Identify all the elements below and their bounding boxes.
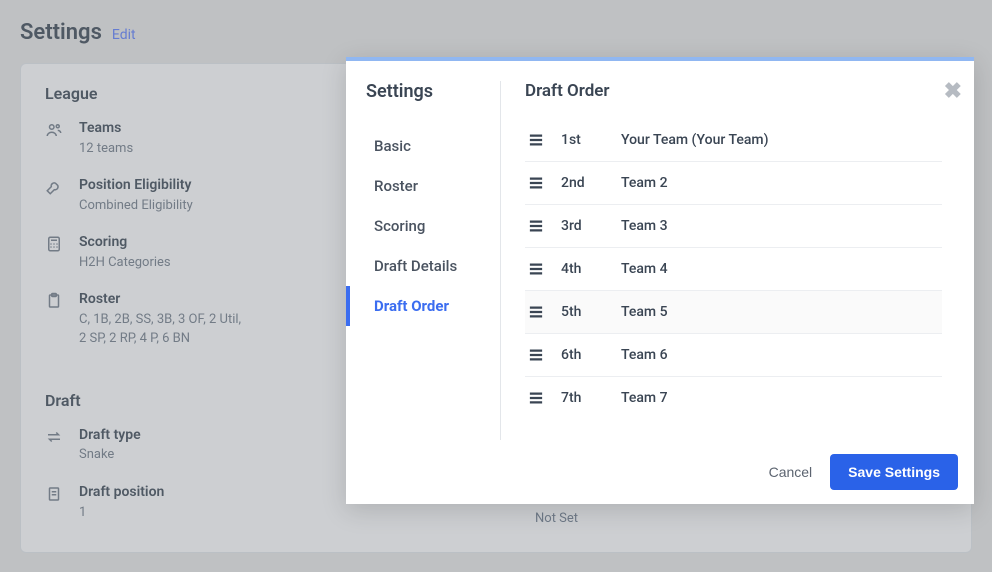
roster-line2: 2 SP, 2 RP, 4 P, 6 BN [79,329,241,349]
save-button[interactable]: Save Settings [830,454,958,490]
order-row[interactable]: 4th Team 4 [525,248,942,291]
order-pos: 6th [561,347,621,363]
modal-sidebar-title: Settings [366,81,500,102]
order-team: Team 4 [621,261,668,277]
eligibility-label: Position Eligibility [79,176,193,196]
cancel-button[interactable]: Cancel [755,454,827,490]
roster-label: Roster [79,290,241,310]
wrench-icon [45,178,63,196]
order-row[interactable]: 2nd Team 2 [525,162,942,205]
swap-icon [45,428,63,446]
modal-sidebar: Settings Basic Roster Scoring Draft Deta… [366,81,501,440]
order-row[interactable]: 7th Team 7 [525,377,942,419]
order-pos: 4th [561,261,621,277]
clipboard-icon [45,292,63,310]
eligibility-value: Combined Eligibility [79,196,193,216]
order-team: Your Team (Your Team) [621,132,769,148]
order-pos: 1st [561,132,621,148]
order-pos: 3rd [561,218,621,234]
tab-scoring[interactable]: Scoring [346,206,500,246]
order-team: Team 7 [621,390,668,406]
tab-draft-details[interactable]: Draft Details [346,246,500,286]
drag-handle-icon[interactable] [529,133,561,147]
tab-roster[interactable]: Roster [346,166,500,206]
drag-handle-icon[interactable] [529,305,561,319]
draft-position-label: Draft position [79,483,164,503]
drag-handle-icon[interactable] [529,219,561,233]
scoring-label: Scoring [79,233,171,253]
drag-handle-icon[interactable] [529,348,561,362]
not-set-text: Not Set [535,511,578,526]
tab-draft-order[interactable]: Draft Order [346,286,500,326]
roster-line1: C, 1B, 2B, SS, 3B, 3 OF, 2 Util, [79,310,241,330]
page-title: Settings [20,20,102,45]
order-row[interactable]: 3rd Team 3 [525,205,942,248]
scoring-value: H2H Categories [79,253,171,273]
order-team: Team 5 [621,304,668,320]
draft-type-value: Snake [79,445,141,465]
tab-basic[interactable]: Basic [346,126,500,166]
order-pos: 2nd [561,175,621,191]
close-icon[interactable]: ✖ [944,81,962,103]
order-pos: 7th [561,390,621,406]
order-row[interactable]: 6th Team 6 [525,334,942,377]
draft-type-label: Draft type [79,426,141,446]
calculator-icon [45,235,63,253]
order-row[interactable]: 5th Team 5 [525,291,942,334]
drag-handle-icon[interactable] [529,391,561,405]
order-team: Team 6 [621,347,668,363]
order-team: Team 3 [621,218,668,234]
teams-icon [45,121,63,139]
edit-link[interactable]: Edit [112,27,136,43]
drag-handle-icon[interactable] [529,176,561,190]
content-title: Draft Order [525,81,942,101]
teams-label: Teams [79,119,133,139]
settings-modal: ✖ Settings Basic Roster Scoring Draft De… [346,57,974,504]
order-pos: 5th [561,304,621,320]
order-team: Team 2 [621,175,668,191]
modal-content: Draft Order 1st Your Team (Your Team) 2n… [501,81,974,440]
order-row[interactable]: 1st Your Team (Your Team) [525,119,942,162]
position-icon [45,485,63,503]
draft-position-value: 1 [79,503,164,523]
teams-value: 12 teams [79,139,133,159]
drag-handle-icon[interactable] [529,262,561,276]
